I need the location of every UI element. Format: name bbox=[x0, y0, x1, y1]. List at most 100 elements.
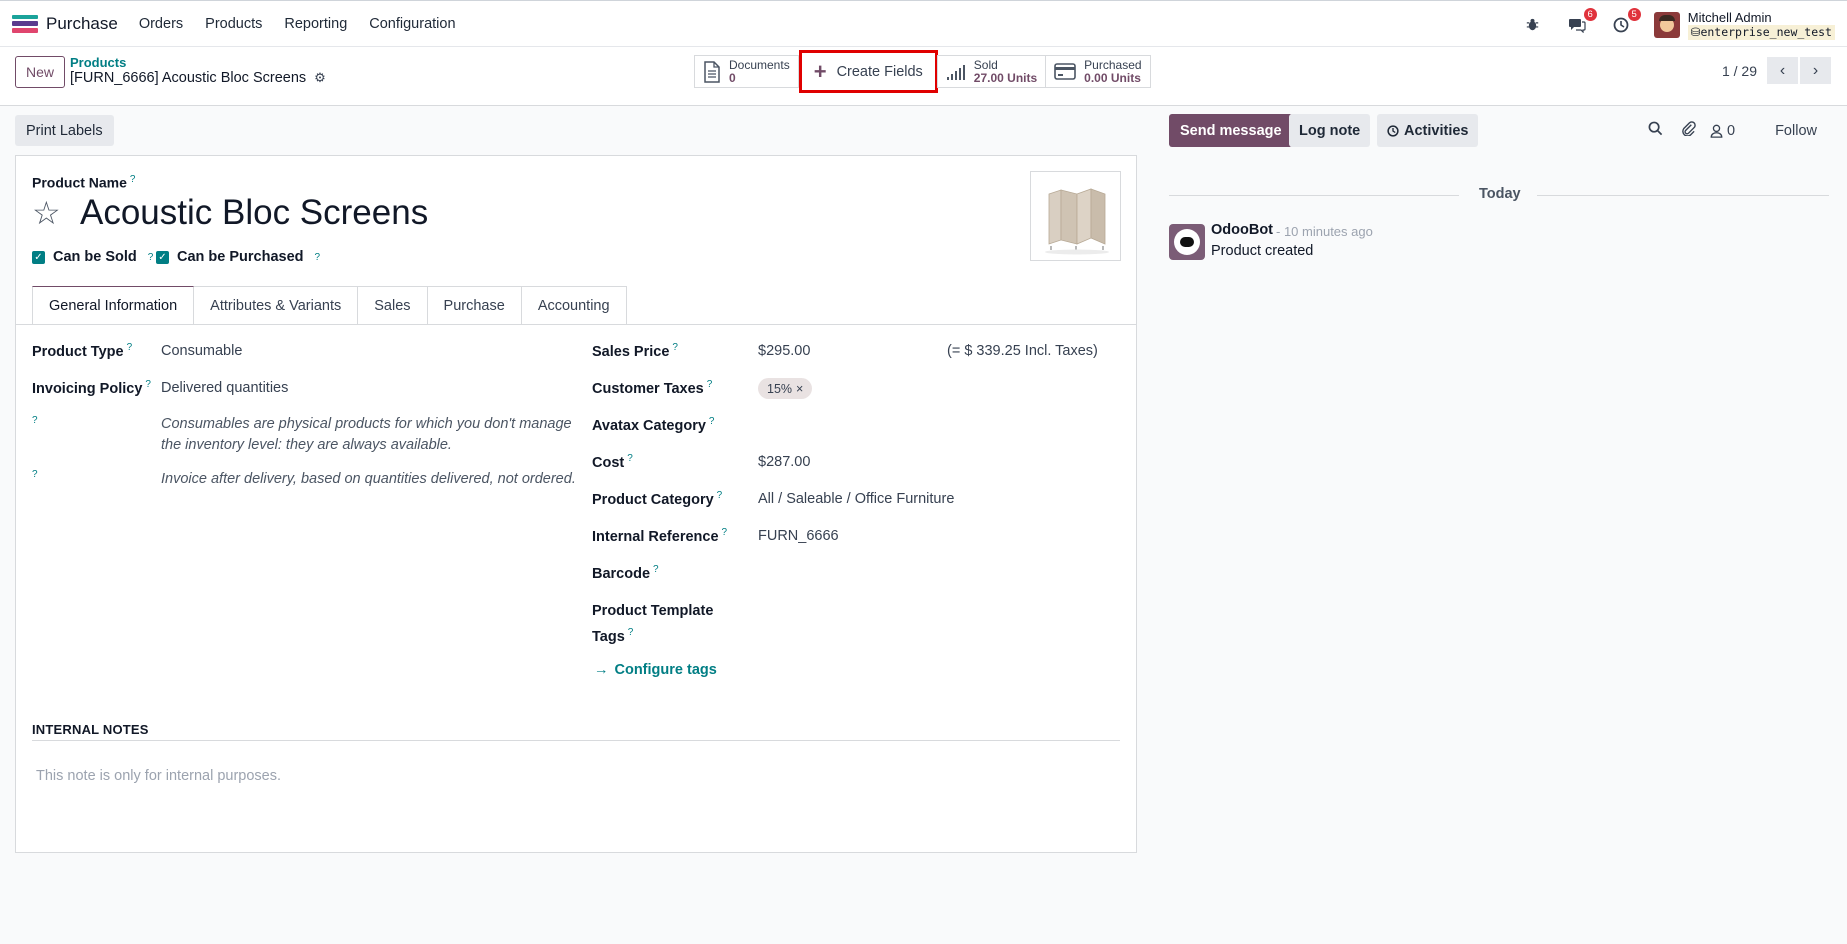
create-fields-button[interactable]: + Create Fields bbox=[798, 50, 938, 93]
remove-tag-icon[interactable]: × bbox=[796, 382, 803, 396]
form-sheet: Product Name? ☆ Acoustic Bloc Screens ✓ … bbox=[15, 155, 1137, 853]
price-incl-taxes: (= $ 339.25 Incl. Taxes) bbox=[947, 343, 1098, 359]
documents-label: Documents bbox=[729, 57, 790, 72]
sold-label: Sold bbox=[973, 57, 998, 72]
user-icon bbox=[1710, 124, 1723, 138]
star-icon[interactable]: ☆ bbox=[32, 194, 61, 232]
customer-taxes-label: Customer Taxes? bbox=[592, 379, 713, 397]
activities-button[interactable]: Activities bbox=[1377, 114, 1479, 147]
followers-count: 0 bbox=[1727, 122, 1736, 139]
can-be-sold-checkbox[interactable]: ✓ Can be Sold? bbox=[32, 249, 153, 265]
internal-notes-title: INTERNAL NOTES bbox=[32, 722, 149, 737]
configure-tags-link[interactable]: → Configure tags bbox=[594, 662, 717, 678]
gear-icon[interactable]: ⚙ bbox=[314, 70, 326, 86]
internal-notes-divider bbox=[32, 740, 1120, 741]
create-fields-label: Create Fields bbox=[836, 63, 923, 80]
internal-notes-field[interactable]: This note is only for internal purposes. bbox=[36, 768, 281, 784]
user-menu[interactable]: Mitchell Admin ⛁enterprise_new_test bbox=[1687, 9, 1835, 40]
message-author[interactable]: OdooBot bbox=[1211, 222, 1273, 238]
documents-smart-button[interactable]: Documents 0 bbox=[694, 55, 799, 88]
cost-field[interactable]: $287.00 bbox=[758, 454, 810, 470]
arrow-right-icon: → bbox=[594, 662, 609, 678]
sales-price-field[interactable]: $295.00 bbox=[758, 343, 810, 359]
tabs-divider bbox=[16, 324, 1136, 325]
tab-general-information[interactable]: General Information bbox=[32, 286, 195, 325]
tab-accounting[interactable]: Accounting bbox=[521, 286, 627, 325]
menu-products[interactable]: Products bbox=[194, 16, 273, 32]
app-icon[interactable] bbox=[12, 14, 38, 33]
search-icon[interactable] bbox=[1648, 121, 1663, 140]
tab-attributes-variants[interactable]: Attributes & Variants bbox=[194, 286, 359, 325]
pager-value[interactable]: 1 / 29 bbox=[1722, 63, 1757, 79]
odoobot-avatar[interactable] bbox=[1169, 224, 1205, 260]
can-be-purchased-checkbox[interactable]: ✓ Can be Purchased? bbox=[156, 249, 320, 265]
message-body: Product created bbox=[1211, 243, 1314, 259]
date-separator-label: Today bbox=[1479, 186, 1521, 202]
menu-configuration[interactable]: Configuration bbox=[358, 16, 466, 32]
product-template-tags-label: Product Template Tags? bbox=[592, 603, 714, 645]
documents-count: 0 bbox=[729, 70, 736, 85]
customer-tax-tag[interactable]: 15% × bbox=[758, 378, 813, 399]
product-type-field[interactable]: Consumable bbox=[161, 343, 242, 359]
tab-sales[interactable]: Sales bbox=[358, 286, 428, 325]
messages-badge: 6 bbox=[1583, 7, 1597, 21]
help-tooltip-icon[interactable]: ? bbox=[32, 415, 38, 433]
purchased-value: 0.00 Units bbox=[1084, 70, 1141, 85]
checkmark-icon: ✓ bbox=[32, 250, 45, 264]
separator-line bbox=[1537, 195, 1829, 196]
pager: 1 / 29 ‹ › bbox=[1722, 57, 1831, 84]
pager-next-button[interactable]: › bbox=[1800, 57, 1831, 84]
internal-reference-field[interactable]: FURN_6666 bbox=[758, 528, 839, 544]
product-category-field[interactable]: All / Saleable / Office Furniture bbox=[758, 491, 954, 507]
activities-clock-icon[interactable]: 5 bbox=[1610, 7, 1641, 36]
date-separator: Today bbox=[1169, 186, 1829, 204]
product-type-label: Product Type? bbox=[32, 342, 133, 360]
debug-bug-icon[interactable] bbox=[1522, 14, 1544, 36]
menu-reporting[interactable]: Reporting bbox=[273, 16, 358, 32]
log-note-button[interactable]: Log note bbox=[1289, 114, 1371, 147]
app-name[interactable]: Purchase bbox=[46, 14, 118, 34]
messages-icon[interactable]: 6 bbox=[1566, 7, 1597, 36]
sold-value: 27.00 Units bbox=[973, 70, 1038, 85]
product-image[interactable] bbox=[1030, 171, 1121, 261]
message-time: - 10 minutes ago bbox=[1276, 224, 1373, 239]
paperclip-icon[interactable] bbox=[1681, 121, 1696, 140]
breadcrumb-products[interactable]: Products bbox=[70, 55, 126, 70]
consumable-help-text: Consumables are physical products for wh… bbox=[161, 416, 572, 453]
follow-button[interactable]: Follow bbox=[1775, 123, 1817, 139]
print-labels-button[interactable]: Print Labels bbox=[15, 115, 114, 146]
send-message-button[interactable]: Send message bbox=[1169, 114, 1293, 147]
plus-icon: + bbox=[813, 58, 827, 84]
systray: 6 5 Mitchell Admin ⛁enterprise_new_test bbox=[1522, 1, 1835, 48]
invoice-help-text: Invoice after delivery, based on quantit… bbox=[161, 471, 576, 487]
smart-buttons: Documents 0 + Create Fields Sold 27.00 U… bbox=[694, 50, 1151, 93]
chevron-left-icon: ‹ bbox=[1779, 61, 1786, 79]
folding-screen-image bbox=[1045, 188, 1109, 255]
database-name: ⛁enterprise_new_test bbox=[1687, 24, 1835, 40]
purchased-label: Purchased bbox=[1084, 57, 1142, 72]
sold-smart-button[interactable]: Sold 27.00 Units bbox=[936, 55, 1047, 88]
new-button[interactable]: New bbox=[15, 56, 65, 88]
menu-orders[interactable]: Orders bbox=[128, 16, 194, 32]
record-name: [FURN_6666] Acoustic Bloc Screens bbox=[70, 70, 307, 86]
checkmark-icon: ✓ bbox=[156, 250, 169, 264]
product-name-field[interactable]: Acoustic Bloc Screens bbox=[80, 193, 428, 233]
help-tooltip-icon[interactable]: ? bbox=[32, 469, 38, 487]
pager-previous-button[interactable]: ‹ bbox=[1767, 57, 1798, 84]
user-name: Mitchell Admin bbox=[1687, 9, 1772, 25]
activities-badge: 5 bbox=[1627, 7, 1641, 21]
purchased-smart-button[interactable]: Purchased 0.00 Units bbox=[1045, 55, 1151, 88]
followers-button[interactable]: 0 bbox=[1710, 123, 1735, 139]
chevron-right-icon: › bbox=[1812, 61, 1819, 79]
tab-purchase[interactable]: Purchase bbox=[427, 286, 522, 325]
sales-price-label: Sales Price? bbox=[592, 342, 678, 360]
user-avatar[interactable] bbox=[1653, 11, 1680, 38]
product-name-label: Product Name? bbox=[32, 174, 136, 191]
barcode-label: Barcode? bbox=[592, 564, 659, 582]
breadcrumb-current-record: [FURN_6666] Acoustic Bloc Screens ⚙ bbox=[70, 70, 326, 86]
main-menu: Orders Products Reporting Configuration bbox=[128, 16, 467, 32]
document-icon bbox=[704, 60, 720, 83]
separator-line bbox=[1169, 195, 1459, 196]
chatter-toolbar: 0 Follow bbox=[1648, 121, 1817, 140]
invoicing-policy-field[interactable]: Delivered quantities bbox=[161, 380, 288, 396]
